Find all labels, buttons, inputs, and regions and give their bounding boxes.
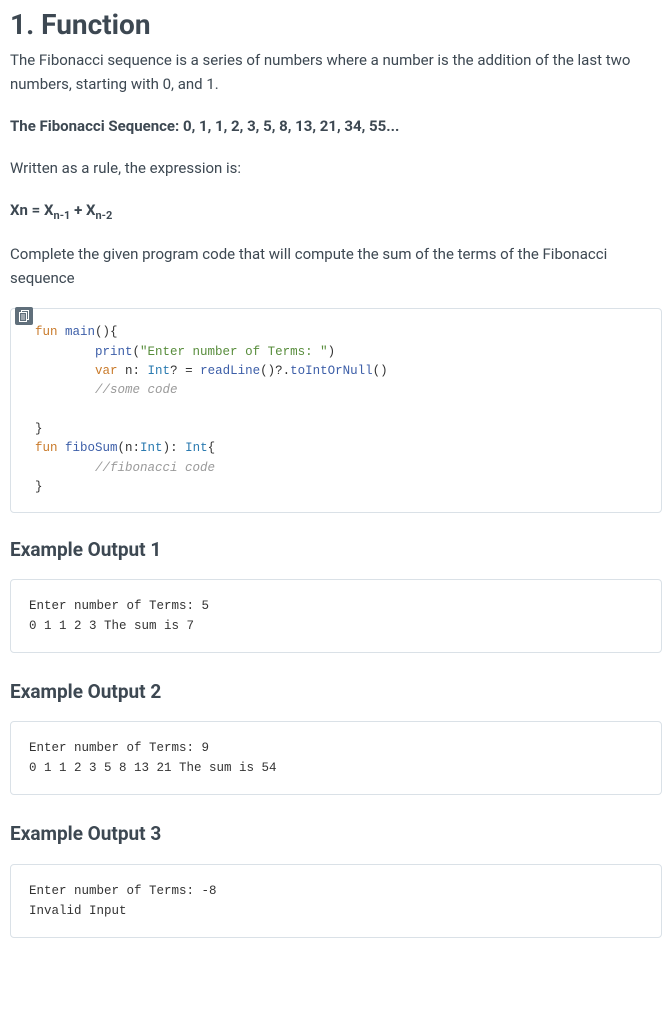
type: Int bbox=[185, 441, 208, 455]
example-3-title: Example Output 3 bbox=[10, 819, 662, 849]
example-2-title: Example Output 2 bbox=[10, 677, 662, 707]
sequence-line: The Fibonacci Sequence: 0, 1, 1, 2, 3, 5… bbox=[10, 114, 662, 138]
rhs1: X bbox=[44, 201, 54, 219]
type: Int bbox=[148, 364, 171, 378]
example-3-output: Enter number of Terms: -8 Invalid Input bbox=[10, 864, 662, 938]
fn: readLine bbox=[200, 364, 260, 378]
code-text: { bbox=[208, 441, 216, 455]
code-text: } bbox=[35, 480, 43, 494]
comment: //some code bbox=[95, 383, 178, 397]
copy-icon[interactable] bbox=[15, 307, 33, 325]
code-text: ? = bbox=[170, 364, 200, 378]
eq: = bbox=[28, 201, 44, 219]
indent bbox=[35, 345, 95, 359]
fn: main bbox=[58, 325, 96, 339]
indent bbox=[35, 383, 95, 397]
string: "Enter number of Terms: " bbox=[140, 345, 328, 359]
indent bbox=[35, 364, 95, 378]
code-content: fun main(){ print("Enter number of Terms… bbox=[11, 309, 661, 511]
fn: print bbox=[95, 345, 133, 359]
code-text: () bbox=[373, 364, 388, 378]
fn: toIntOrNull bbox=[290, 364, 373, 378]
intro-text: The Fibonacci sequence is a series of nu… bbox=[10, 48, 662, 96]
code-text: ): bbox=[163, 441, 186, 455]
example-1-output: Enter number of Terms: 5 0 1 1 2 3 The s… bbox=[10, 579, 662, 653]
kw: fun bbox=[35, 325, 58, 339]
code-text: ()?. bbox=[260, 364, 290, 378]
sub2: n-2 bbox=[96, 209, 113, 222]
example-2-output: Enter number of Terms: 9 0 1 1 2 3 5 8 1… bbox=[10, 721, 662, 795]
page-title: 1. Function bbox=[10, 8, 662, 42]
code-text: } bbox=[35, 422, 43, 436]
comment: //fibonacci code bbox=[95, 461, 215, 475]
plus: + bbox=[70, 201, 86, 219]
code-text: ) bbox=[328, 345, 336, 359]
code-text: (n: bbox=[118, 441, 141, 455]
indent bbox=[35, 461, 95, 475]
code-text: n: bbox=[118, 364, 148, 378]
sub1: n-1 bbox=[54, 209, 71, 222]
formula-lhs: Xn bbox=[10, 201, 28, 219]
code-text: (){ bbox=[95, 325, 118, 339]
formula: Xn = Xn-1 + Xn-2 bbox=[10, 198, 662, 225]
kw: fun bbox=[35, 441, 58, 455]
type: Int bbox=[140, 441, 163, 455]
code-text: ( bbox=[133, 345, 141, 359]
task-text: Complete the given program code that wil… bbox=[10, 242, 662, 290]
rhs2: X bbox=[86, 201, 96, 219]
kw: var bbox=[95, 364, 118, 378]
code-block: fun main(){ print("Enter number of Terms… bbox=[10, 308, 662, 512]
example-1-title: Example Output 1 bbox=[10, 535, 662, 565]
rule-text: Written as a rule, the expression is: bbox=[10, 156, 662, 180]
fn: fiboSum bbox=[58, 441, 118, 455]
